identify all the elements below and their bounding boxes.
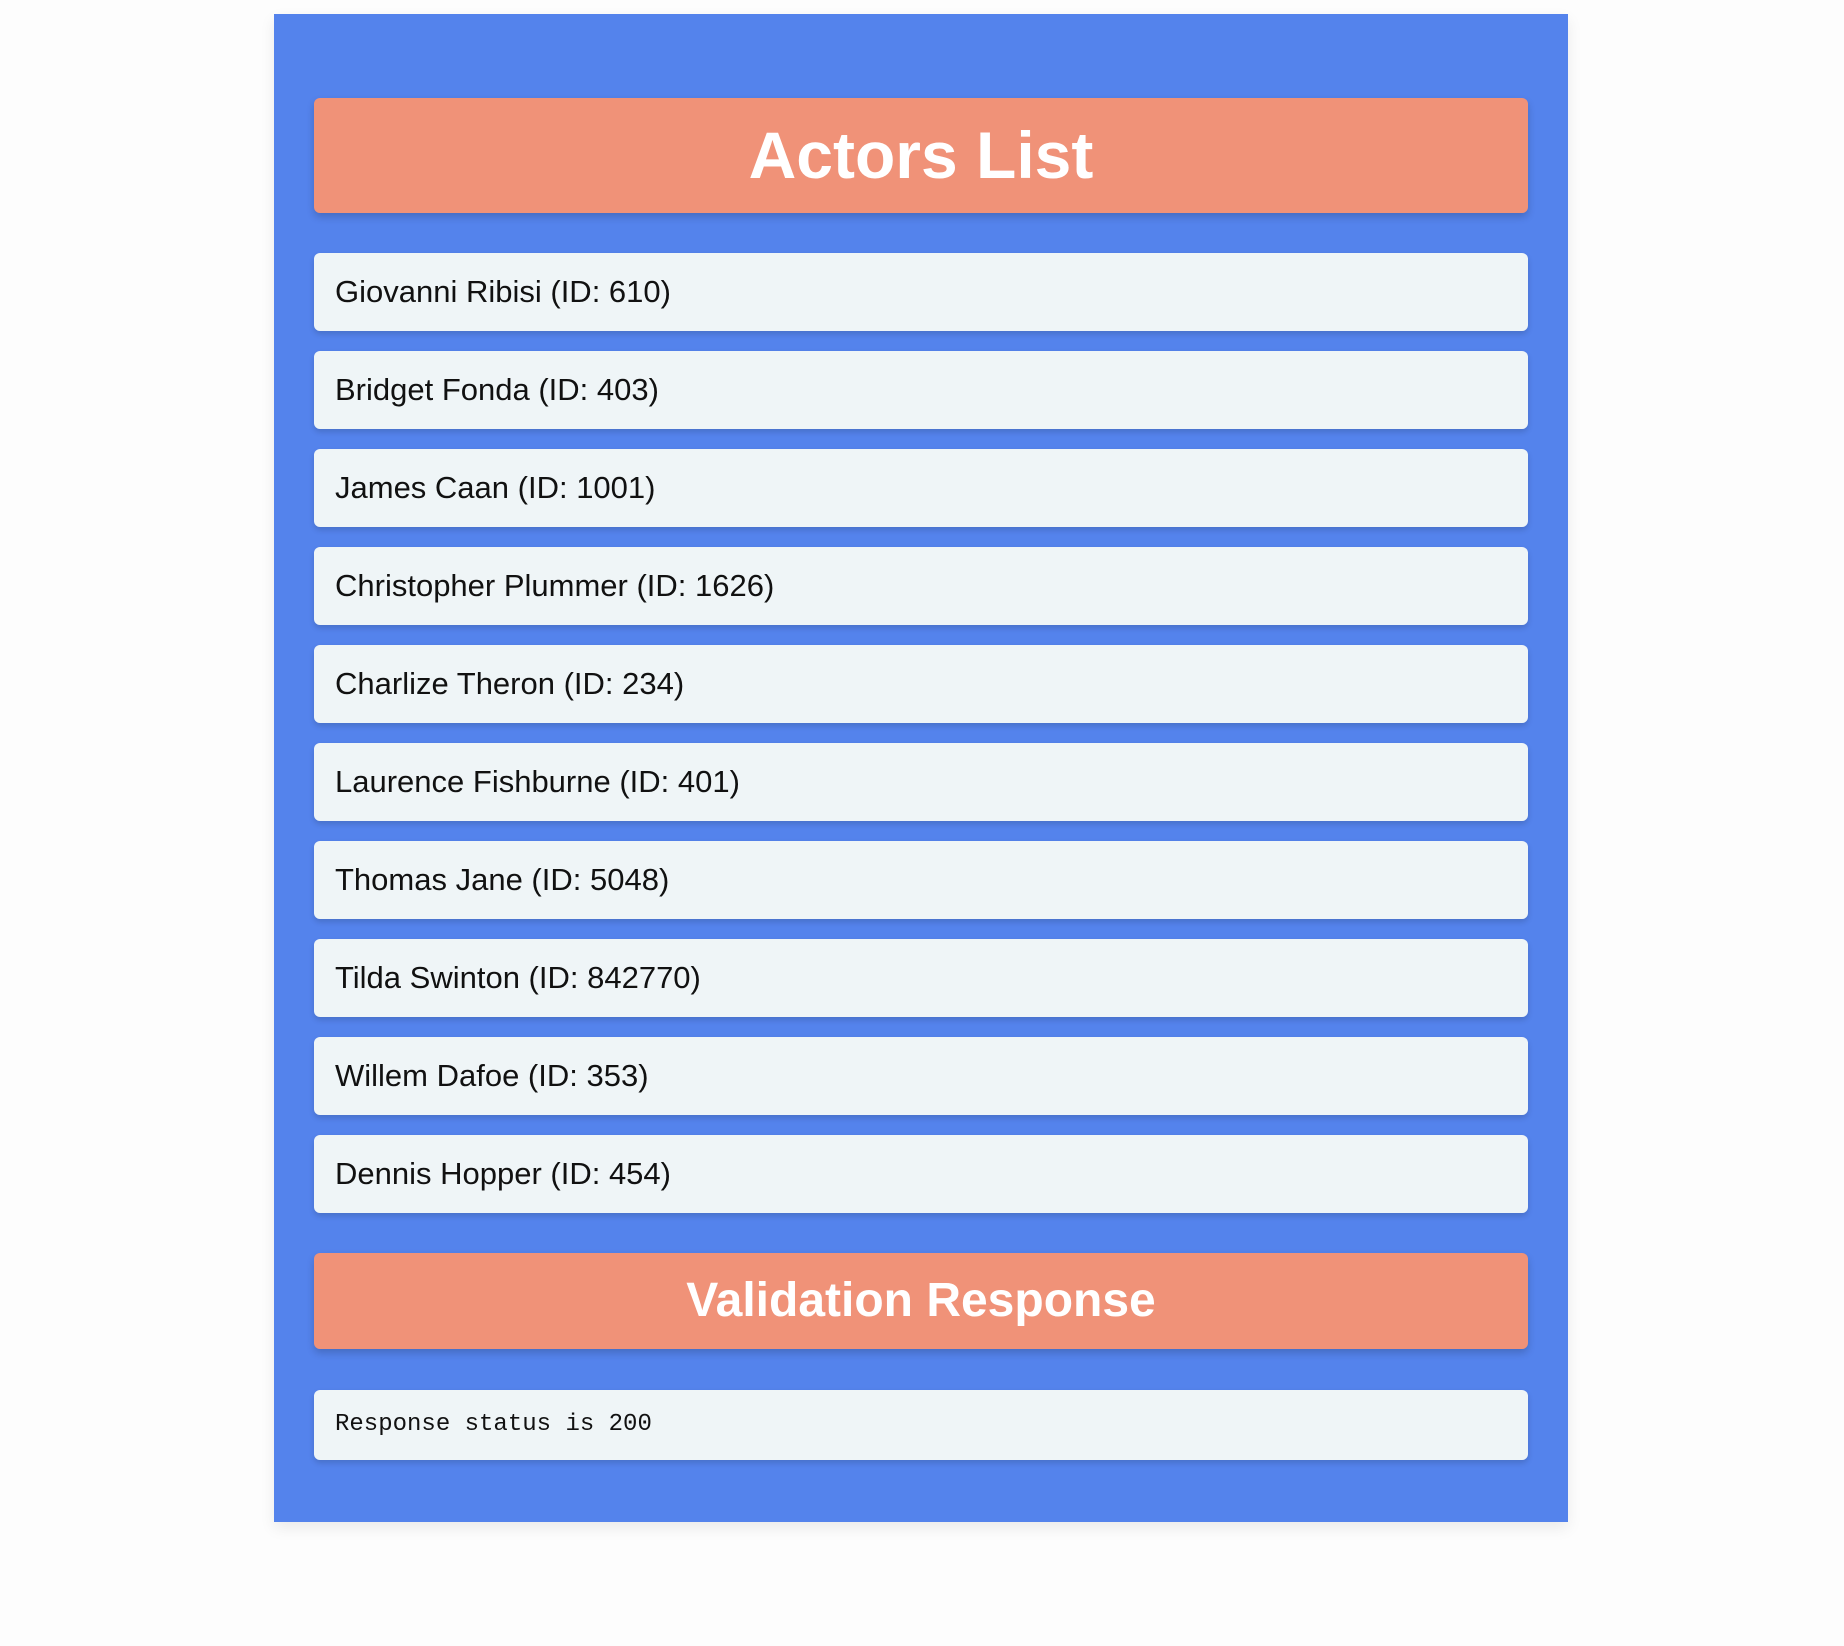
validation-heading: Validation Response	[314, 1253, 1528, 1349]
list-item: Dennis Hopper (ID: 454)	[314, 1135, 1528, 1213]
list-item: Laurence Fishburne (ID: 401)	[314, 743, 1528, 821]
list-item: Tilda Swinton (ID: 842770)	[314, 939, 1528, 1017]
list-item: Giovanni Ribisi (ID: 610)	[314, 253, 1528, 331]
list-item: Christopher Plummer (ID: 1626)	[314, 547, 1528, 625]
actor-list: Giovanni Ribisi (ID: 610) Bridget Fonda …	[314, 253, 1528, 1213]
main-panel: Actors List Giovanni Ribisi (ID: 610) Br…	[274, 14, 1568, 1522]
page-title: Actors List	[314, 98, 1528, 213]
list-item: Bridget Fonda (ID: 403)	[314, 351, 1528, 429]
list-item: James Caan (ID: 1001)	[314, 449, 1528, 527]
list-item: Willem Dafoe (ID: 353)	[314, 1037, 1528, 1115]
list-item: Charlize Theron (ID: 234)	[314, 645, 1528, 723]
validation-response-message: Response status is 200	[314, 1390, 1528, 1460]
list-item: Thomas Jane (ID: 5048)	[314, 841, 1528, 919]
